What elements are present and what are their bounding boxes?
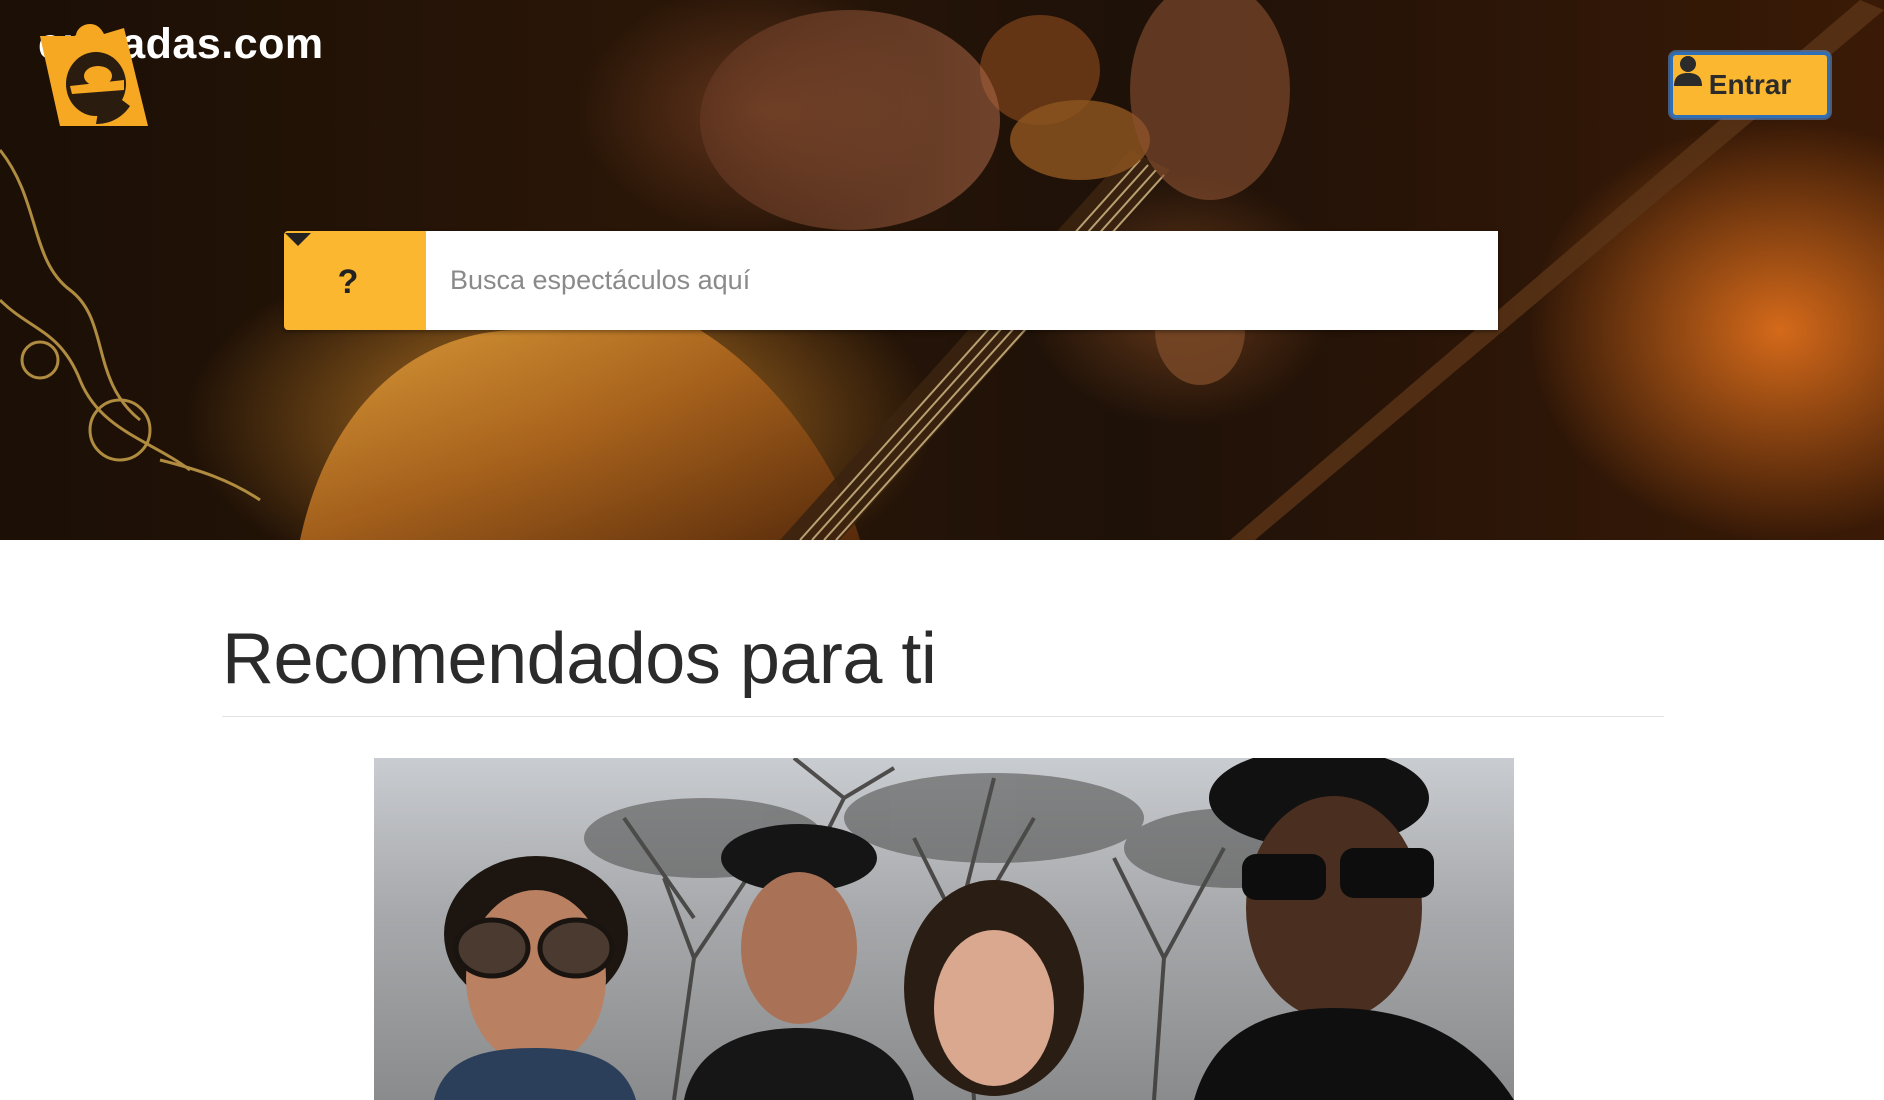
user-icon [1674, 56, 1702, 86]
site-logo[interactable]: entradas.com [36, 14, 324, 126]
section-title: Recomendados para ti [222, 619, 937, 699]
search-type-label: ? [337, 263, 359, 301]
section-divider [222, 716, 1664, 717]
search-type-dropdown[interactable]: ? [284, 231, 426, 330]
login-label: Entrar [1708, 69, 1792, 100]
ticket-e-logo-icon [40, 24, 148, 126]
hero-banner: entradas.com Entrar ? [0, 0, 1884, 540]
search-input[interactable] [426, 231, 1498, 330]
login-button[interactable]: Entrar [1670, 52, 1830, 118]
search-bar: ? [284, 231, 1498, 330]
band-photo [434, 758, 1514, 1100]
caret-down-icon [285, 233, 311, 246]
featured-event-image[interactable] [374, 758, 1514, 1100]
